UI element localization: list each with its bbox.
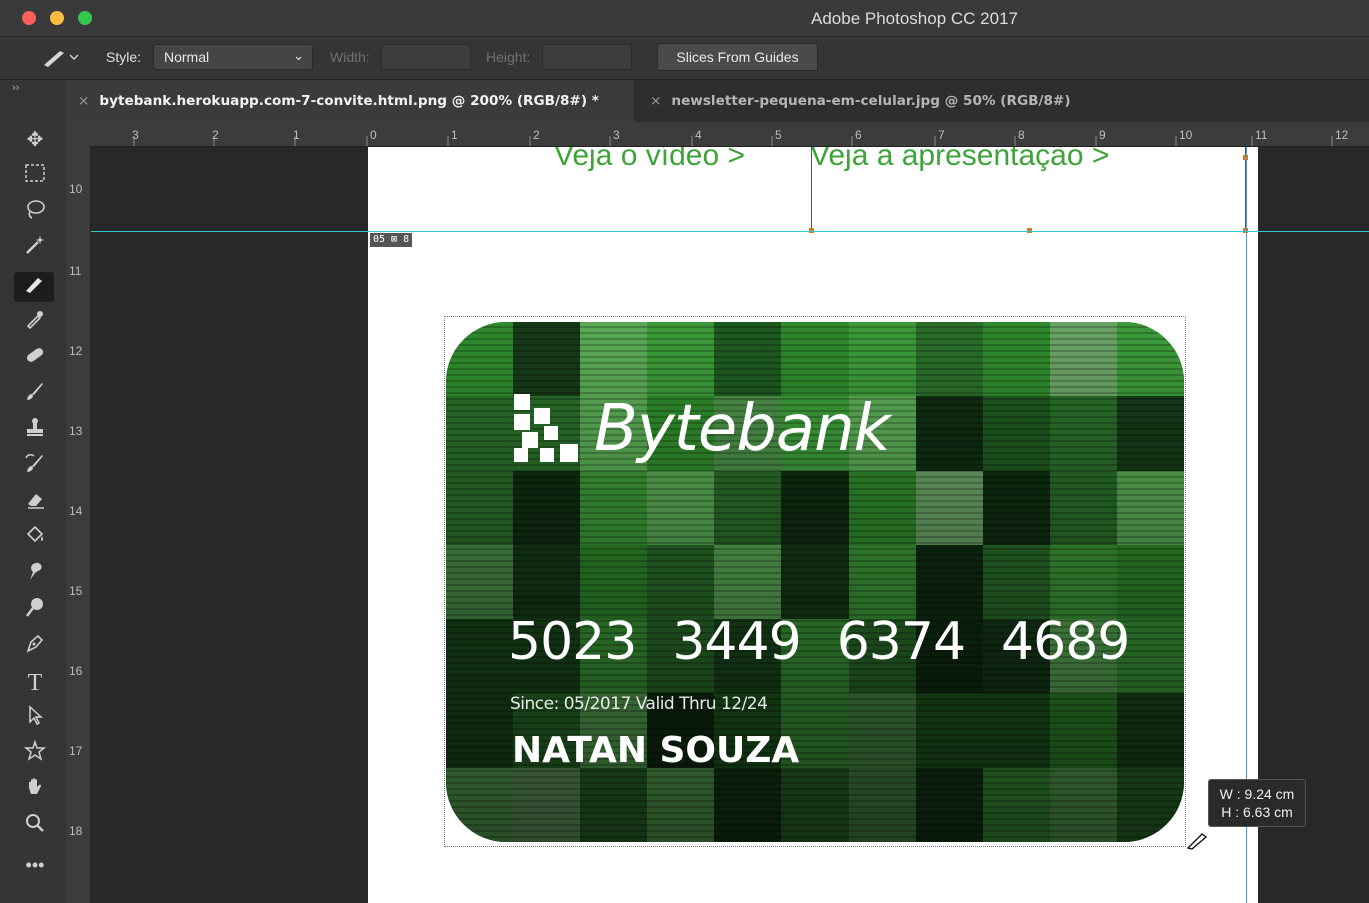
ruler-tick-label: 1 <box>451 128 458 142</box>
ruler-tick-label: 10 <box>1179 128 1193 142</box>
close-tab-icon[interactable]: × <box>78 93 89 109</box>
slices-from-guides-button[interactable]: Slices From Guides <box>657 43 818 71</box>
ruler-tick-label: 13 <box>69 424 83 438</box>
ruler-tick-label: 2 <box>212 128 219 142</box>
ruler-tick-label: 3 <box>132 128 139 142</box>
card-number-group: 4689 <box>1001 612 1130 672</box>
ruler-tick-label: 18 <box>69 824 83 838</box>
ruler-tick-label: 10 <box>69 182 83 196</box>
ruler-origin[interactable] <box>66 122 90 146</box>
tooltip-width: W : 9.24 cm <box>1219 786 1295 802</box>
ruler-tick-label: 5 <box>775 128 782 142</box>
card-holder-name: NATAN SOUZA <box>512 730 800 771</box>
history-brush-icon[interactable] <box>20 452 50 482</box>
width-label: Width: <box>330 49 370 65</box>
height-label: Height: <box>486 49 531 65</box>
ruler-tick-label: 6 <box>855 128 862 142</box>
style-select[interactable]: Normal ⌄ <box>153 44 313 70</box>
eyedropper-icon[interactable] <box>20 308 50 338</box>
slice-cursor-icon <box>1186 828 1212 856</box>
width-input[interactable] <box>381 44 471 70</box>
ruler-tick-label: 3 <box>613 128 620 142</box>
ruler-tick-label: 14 <box>69 504 83 518</box>
stamp-icon[interactable] <box>20 416 50 446</box>
ruler-tick-label: 15 <box>69 584 83 598</box>
height-input[interactable] <box>542 44 632 70</box>
ruler-tick-label: 0 <box>370 128 377 142</box>
ruler-tick-label: 1 <box>293 128 300 142</box>
tab-newsletter[interactable]: × newsletter-pequena-em-celular.jpg @ 50%… <box>634 80 1114 122</box>
app-title: Adobe Photoshop CC 2017 <box>811 9 1018 28</box>
chevron-down-icon: ⌄ <box>293 48 304 63</box>
brush-icon[interactable] <box>20 380 50 410</box>
marquee-icon[interactable] <box>20 162 50 192</box>
more-icon[interactable]: ••• <box>20 850 50 880</box>
zoom-icon[interactable] <box>20 812 50 842</box>
ruler-tick-label: 12 <box>1335 128 1349 142</box>
paint-bucket-icon[interactable] <box>20 524 50 554</box>
move-icon[interactable]: ✥ <box>20 125 50 155</box>
tab-label: bytebank.herokuapp.com-7-convite.html.pn… <box>99 93 599 109</box>
ruler-tick-label: 11 <box>1255 128 1268 142</box>
tab-label: newsletter-pequena-em-celular.jpg @ 50% … <box>671 93 1071 109</box>
close-tab-icon[interactable]: × <box>650 93 661 109</box>
ruler-tick-label: 2 <box>533 128 540 142</box>
hand-icon[interactable] <box>20 776 50 806</box>
ruler-tick-label: 12 <box>69 344 83 358</box>
bytebank-logo-icon <box>514 394 578 462</box>
style-label: Style: <box>106 49 142 65</box>
dodge-icon[interactable] <box>20 596 50 626</box>
vertical-ruler[interactable]: 10 11 12 13 14 15 16 17 18 <box>66 146 91 903</box>
watch-video-link: Veja o vídeo > <box>554 147 745 172</box>
card-number-group: 6374 <box>836 612 966 672</box>
type-icon[interactable]: T <box>20 668 50 698</box>
eraser-icon[interactable] <box>20 488 50 518</box>
slice-icon[interactable] <box>14 272 54 302</box>
pen-icon[interactable] <box>20 632 50 662</box>
card-validity: Since: 05/2017 Valid Thru 12/24 <box>510 694 768 714</box>
title-bar: Adobe Photoshop CC 2017 <box>0 0 1369 37</box>
ruler-tick-label: 4 <box>695 128 702 142</box>
magic-wand-icon[interactable] <box>20 234 50 264</box>
credit-card-image: Bytebank 5023 3449 6374 4689 Since: 05/2017… <box>446 322 1184 842</box>
slice-tool-preset-icon[interactable] <box>40 45 80 72</box>
canvas-area[interactable]: Veja o vídeo > Veja a apresentação > 05 … <box>91 147 1369 903</box>
smudge-icon[interactable] <box>20 560 50 590</box>
healing-icon[interactable] <box>20 344 50 374</box>
ruler-tick-label: 11 <box>69 264 82 278</box>
options-bar: Style: Normal ⌄ Width: Height: Slices Fr… <box>0 37 1369 80</box>
ruler-tick-label: 17 <box>69 744 83 758</box>
ruler-tick-label: 8 <box>1018 128 1025 142</box>
ruler-tick-label: 16 <box>69 664 83 678</box>
document-tabs: × bytebank.herokuapp.com-7-convite.html.p… <box>66 80 1369 122</box>
ruler-tick-label: 7 <box>938 128 945 142</box>
ruler-tick-label: 9 <box>1099 128 1106 142</box>
horizontal-ruler[interactable]: 3 2 1 0 1 2 3 4 5 6 7 8 9 10 11 12 <box>90 122 1369 147</box>
slice-boundary <box>811 147 812 231</box>
card-number-group: 5023 <box>508 612 637 672</box>
card-brand-name: Bytebank <box>594 392 891 466</box>
card-number-group: 3449 <box>672 612 801 672</box>
lasso-icon[interactable] <box>20 198 50 228</box>
tab-bytebank-convite[interactable]: × bytebank.herokuapp.com-7-convite.html.p… <box>66 80 634 122</box>
shape-icon[interactable] <box>20 739 50 770</box>
document-canvas[interactable]: Veja o vídeo > Veja a apresentação > 05 … <box>368 147 1258 903</box>
slice-number-badge: 05 ⊠ 8 <box>370 233 413 247</box>
tooltip-height: H : 6.63 cm <box>1221 804 1293 820</box>
panel-collapse-toggle[interactable]: ›› <box>12 82 19 94</box>
watch-presentation-link: Veja a apresentação > <box>810 147 1110 172</box>
horizontal-guide[interactable] <box>91 231 1369 232</box>
slice-size-tooltip: W : 9.24 cm H : 6.63 cm <box>1208 779 1306 827</box>
card-number: 5023 3449 6374 4689 <box>508 612 1130 672</box>
path-select-icon[interactable] <box>20 704 50 734</box>
style-select-value: Normal <box>164 49 210 65</box>
tools-panel: ›› ✥ T ••• <box>0 80 66 903</box>
